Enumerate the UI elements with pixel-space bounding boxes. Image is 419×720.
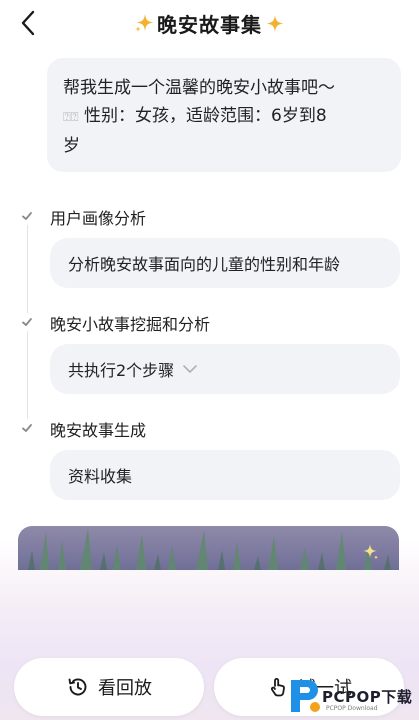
prompt-line-1: 帮我生成一个温馨的晚安小故事吧～: [63, 78, 335, 98]
step-1-status: [18, 207, 36, 225]
chevron-down-icon: [183, 365, 197, 373]
sparkle-icon: [363, 544, 378, 560]
title-group: 晚安故事集: [0, 8, 419, 38]
user-prompt-bubble: 帮我生成一个温馨的晚安小故事吧～ ⍰⍰ 性别：女孩，适龄范围：6岁到8 岁: [47, 58, 401, 172]
step-3-content-text: 资料收集: [68, 467, 133, 486]
check-icon: [22, 212, 32, 220]
prompt-line-3: 岁: [63, 136, 80, 156]
top-bar: 晚安故事集: [0, 0, 419, 48]
watermark: PCPOP下载 PCPOP Download: [288, 672, 419, 720]
step-3-status: [18, 419, 36, 437]
step-2-title: 晚安小故事挖掘和分析: [50, 315, 211, 334]
step-1-title: 用户画像分析: [50, 209, 147, 228]
sparkle-icon: [135, 14, 154, 32]
page-title: 晚安故事集: [157, 12, 262, 37]
step-3-content: 资料收集: [50, 450, 400, 500]
check-icon: [22, 318, 32, 326]
emoji-placeholder: ⍰⍰: [63, 110, 79, 125]
replay-label: 看回放: [98, 678, 152, 699]
watermark-subtext: PCPOP Download: [326, 705, 378, 712]
step-1-content: 分析晚安故事面向的儿童的性别和年龄: [50, 238, 400, 288]
step-2-status: [18, 313, 36, 331]
check-icon: [22, 424, 32, 432]
step-1-content-text: 分析晚安故事面向的儿童的性别和年龄: [68, 255, 341, 274]
tap-icon: [271, 678, 285, 697]
sparkle-icon: [266, 15, 284, 32]
pcpop-logo-icon: [291, 680, 320, 712]
step-2-content-text: 共执行2个步骤: [68, 361, 175, 380]
step-3-title: 晚安故事生成: [50, 421, 147, 440]
watermark-brand: PCPOP下载: [322, 687, 413, 706]
prompt-line-2-text: 性别：女孩，适龄范围：6岁到8: [78, 106, 327, 126]
step-2-expandable[interactable]: 共执行2个步骤: [50, 344, 400, 394]
history-icon: [68, 678, 87, 696]
story-illustration: [18, 526, 399, 570]
replay-button[interactable]: 看回放: [14, 658, 204, 716]
prompt-line-2: ⍰⍰ 性别：女孩，适龄范围：6岁到8: [63, 102, 387, 132]
